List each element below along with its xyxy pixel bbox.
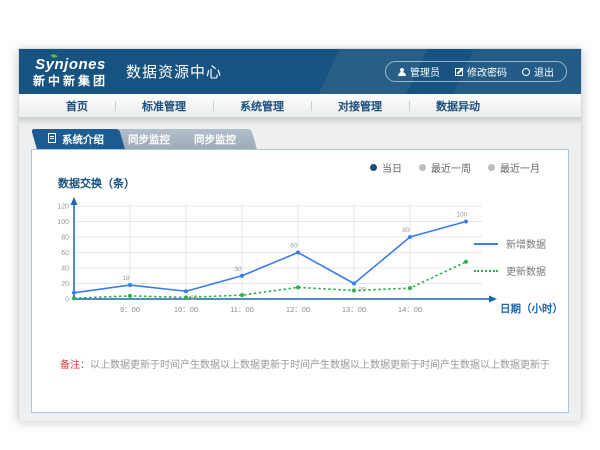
- app-header: Synjones 新中新集团 数据资源中心 管理员 修改密码 退出: [19, 49, 581, 94]
- power-icon: [522, 68, 530, 76]
- filter-label: 当日: [382, 160, 402, 175]
- nav-item-standard-mgmt[interactable]: 标准管理: [115, 98, 213, 114]
- svg-text:60: 60: [61, 250, 69, 257]
- svg-text:18: 18: [122, 275, 130, 282]
- legend-new-data[interactable]: 新增数据: [474, 236, 546, 251]
- filter-label: 最近一月: [500, 160, 540, 175]
- svg-text:11：00: 11：00: [230, 305, 254, 314]
- filter-last-month[interactable]: 最近一月: [488, 160, 540, 175]
- content-area: 系统介绍 同步监控 同步监控 当日 最近一周: [19, 118, 581, 421]
- radio-dot-icon: [419, 164, 426, 171]
- chart-panel: 当日 最近一周 最近一月 数据交换（条） 0 20 40 60 80 100 120 9：00…: [31, 149, 569, 413]
- user-toolbar: 管理员 修改密码 退出: [385, 61, 567, 82]
- change-password-button[interactable]: 修改密码: [455, 64, 507, 79]
- svg-text:60: 60: [290, 243, 298, 250]
- legend-label: 更新数据: [506, 263, 546, 278]
- svg-text:20: 20: [61, 281, 69, 288]
- footnote-prefix: 备注：: [60, 360, 90, 371]
- filter-label: 最近一周: [431, 160, 471, 175]
- svg-text:100: 100: [457, 212, 468, 219]
- nav-item-data-change[interactable]: 数据异动: [409, 98, 507, 114]
- main-nav: 首页 标准管理 系统管理 对接管理 数据异动: [19, 94, 581, 118]
- svg-text:120: 120: [57, 204, 69, 211]
- tab-label: 系统介绍: [62, 132, 104, 147]
- nav-item-interface-mgmt[interactable]: 对接管理: [311, 98, 409, 114]
- svg-text:日期（小时）: 日期（小时）: [500, 302, 563, 315]
- svg-text:40: 40: [61, 266, 69, 273]
- nav-item-home[interactable]: 首页: [39, 98, 115, 114]
- nav-item-system-mgmt[interactable]: 系统管理: [213, 98, 311, 114]
- filter-today[interactable]: 当日: [370, 160, 402, 175]
- logout-label: 退出: [534, 64, 554, 79]
- tab-bar: 系统介绍 同步监控 同步监控: [34, 129, 246, 149]
- svg-text:14：00: 14：00: [398, 305, 422, 314]
- svg-text:0: 0: [65, 297, 69, 304]
- change-password-label: 修改密码: [467, 64, 507, 79]
- brand-logo-subtext: 新中新集团: [33, 75, 108, 87]
- svg-text:80: 80: [61, 235, 69, 242]
- y-axis-title: 数据交换（条）: [58, 175, 135, 191]
- filter-last-week[interactable]: 最近一周: [419, 160, 471, 175]
- svg-text:10：00: 10：00: [174, 305, 198, 314]
- tab-system-intro[interactable]: 系统介绍: [34, 129, 122, 149]
- logout-button[interactable]: 退出: [522, 64, 554, 79]
- brand-logo-text: Synjones: [33, 57, 108, 72]
- svg-text:100: 100: [57, 219, 69, 226]
- app-window: Synjones 新中新集团 数据资源中心 管理员 修改密码 退出 首页 标准管…: [18, 48, 582, 420]
- tab-sync-monitor-1[interactable]: 同步监控: [114, 129, 188, 149]
- user-label: 管理员: [410, 64, 440, 79]
- radio-dot-icon: [370, 164, 377, 171]
- radio-dot-icon: [488, 164, 495, 171]
- document-icon: [48, 133, 56, 143]
- footnote: 备注：以上数据更新于时间产生数据以上数据更新于时间产生数据以上数据更新于时间产生…: [60, 356, 550, 371]
- legend-updated-data[interactable]: 更新数据: [474, 263, 546, 278]
- tab-label: 同步监控: [128, 132, 170, 147]
- brand-logo: Synjones 新中新集团: [33, 57, 108, 87]
- tab-label: 同步监控: [194, 132, 236, 147]
- edit-icon: [455, 68, 463, 76]
- tab-sync-monitor-2[interactable]: 同步监控: [180, 129, 254, 149]
- time-range-filters: 当日 最近一周 最近一月: [370, 160, 540, 175]
- legend-label: 新增数据: [506, 236, 546, 251]
- svg-text:30: 30: [234, 266, 242, 273]
- footnote-text: 以上数据更新于时间产生数据以上数据更新于时间产生数据以上数据更新于时间产生数据以…: [90, 360, 550, 371]
- dotted-line-icon: [474, 270, 498, 272]
- user-menu[interactable]: 管理员: [398, 64, 440, 79]
- svg-text:13：00: 13：00: [342, 305, 366, 314]
- svg-text:9：00: 9：00: [120, 305, 140, 314]
- user-icon: [398, 68, 406, 76]
- chart-legend: 新增数据 更新数据: [474, 236, 546, 278]
- svg-text:80: 80: [402, 227, 410, 234]
- solid-line-icon: [474, 243, 498, 245]
- svg-text:12：00: 12：00: [286, 305, 310, 314]
